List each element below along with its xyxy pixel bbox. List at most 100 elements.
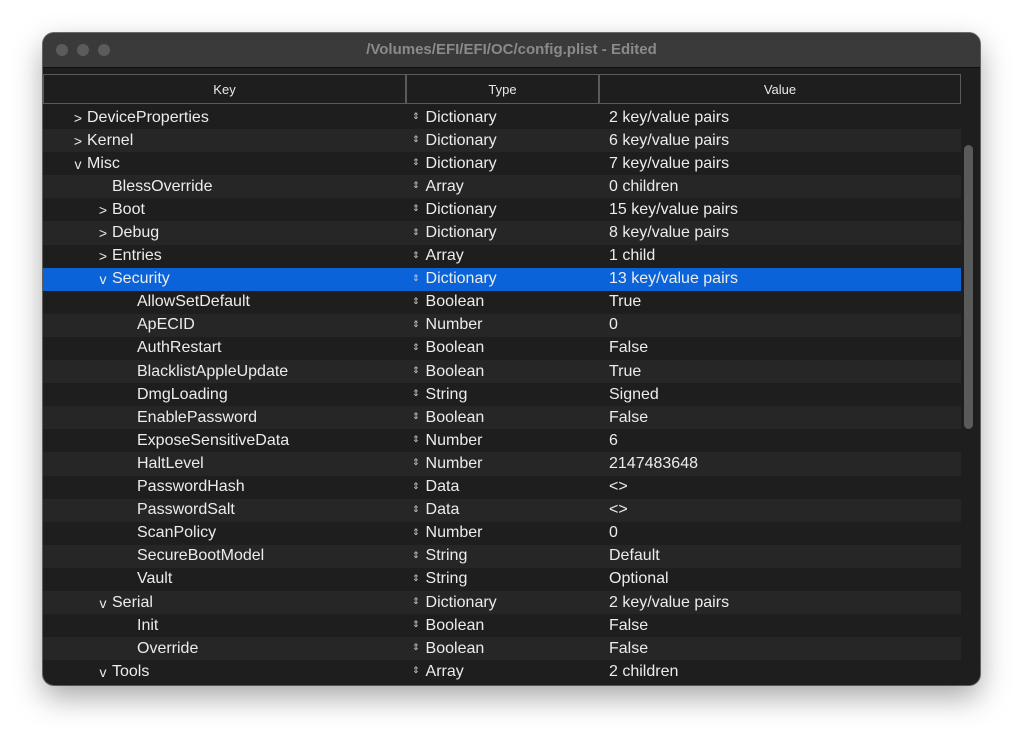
key-cell[interactable]: v Misc xyxy=(43,152,406,175)
key-cell[interactable]: ScanPolicy xyxy=(43,522,406,545)
value-cell[interactable]: <> xyxy=(602,478,628,496)
disclosure-expanded-icon[interactable]: v xyxy=(96,271,110,287)
type-popup[interactable]: ⇕ Boolean xyxy=(406,640,602,658)
key-cell[interactable]: AuthRestart xyxy=(43,337,406,360)
outline-row[interactable]: v Security ⇕ Dictionary 13 key/value pairs xyxy=(43,267,961,291)
outline-row[interactable]: v Tools ⇕ Array 2 children xyxy=(43,660,961,683)
key-cell[interactable]: BlessOverride xyxy=(43,175,406,198)
type-popup[interactable]: ⇕ Boolean xyxy=(406,339,602,357)
key-cell[interactable]: > Kernel xyxy=(43,129,406,152)
value-cell[interactable]: False xyxy=(602,409,648,427)
type-popup[interactable]: ⇕ Dictionary xyxy=(406,594,602,612)
type-popup[interactable]: ⇕ Number xyxy=(406,316,602,334)
column-header-value[interactable]: Value xyxy=(599,74,961,104)
type-popup[interactable]: ⇕ Boolean xyxy=(406,363,602,381)
key-cell[interactable]: > DeviceProperties xyxy=(43,106,406,129)
outline-row[interactable]: ScanPolicy ⇕ Number 0 xyxy=(43,522,961,545)
disclosure-collapsed-icon[interactable]: > xyxy=(71,133,85,149)
outline-row[interactable]: BlacklistAppleUpdate ⇕ Boolean True xyxy=(43,360,961,384)
outline-row[interactable]: > Boot ⇕ Dictionary 15 key/value pairs xyxy=(43,198,961,221)
key-cell[interactable]: ExposeSensitiveData xyxy=(43,429,406,452)
value-cell[interactable]: 15 key/value pairs xyxy=(602,201,738,219)
value-cell[interactable]: 6 xyxy=(602,432,618,450)
value-cell[interactable]: 7 key/value pairs xyxy=(602,155,729,173)
outline-row[interactable]: PasswordSalt ⇕ Data <> xyxy=(43,498,961,522)
type-popup[interactable]: ⇕ Number xyxy=(406,524,602,542)
type-popup[interactable]: ⇕ Dictionary xyxy=(406,224,602,242)
value-cell[interactable]: 13 key/value pairs xyxy=(602,270,738,288)
type-popup[interactable]: ⇕ Number xyxy=(406,432,602,450)
key-cell[interactable]: v Serial xyxy=(43,591,406,614)
key-cell[interactable]: PasswordSalt xyxy=(43,499,406,522)
type-popup[interactable]: ⇕ String xyxy=(406,570,602,588)
value-cell[interactable]: Default xyxy=(602,547,660,565)
type-popup[interactable]: ⇕ Dictionary xyxy=(406,270,602,288)
value-cell[interactable]: 2 children xyxy=(602,663,678,681)
outline-row[interactable]: AllowSetDefault ⇕ Boolean True xyxy=(43,291,961,314)
column-header-type[interactable]: Type xyxy=(406,74,599,104)
value-cell[interactable]: 6 key/value pairs xyxy=(602,132,729,150)
value-cell[interactable]: Signed xyxy=(602,386,659,404)
key-cell[interactable]: BlacklistAppleUpdate xyxy=(43,360,406,383)
key-cell[interactable]: Override xyxy=(43,637,406,660)
value-cell[interactable]: 8 key/value pairs xyxy=(602,224,729,242)
type-popup[interactable]: ⇕ Dictionary xyxy=(406,109,602,127)
outline-row[interactable]: DmgLoading ⇕ String Signed xyxy=(43,383,961,406)
disclosure-collapsed-icon[interactable]: > xyxy=(96,225,110,241)
value-cell[interactable]: 2147483648 xyxy=(602,455,698,473)
key-cell[interactable]: Vault xyxy=(43,568,406,591)
value-cell[interactable]: False xyxy=(602,640,648,658)
key-cell[interactable]: EnablePassword xyxy=(43,406,406,429)
scrollbar-thumb[interactable] xyxy=(964,145,973,429)
disclosure-expanded-icon[interactable]: v xyxy=(96,595,110,611)
type-popup[interactable]: ⇕ String xyxy=(406,547,602,565)
type-popup[interactable]: ⇕ Array xyxy=(406,663,602,681)
type-popup[interactable]: ⇕ Array xyxy=(406,247,602,265)
outline-row[interactable]: > Entries ⇕ Array 1 child xyxy=(43,245,961,268)
value-cell[interactable]: True xyxy=(602,293,641,311)
outline-row[interactable]: v Misc ⇕ Dictionary 7 key/value pairs xyxy=(43,152,961,175)
key-cell[interactable]: > Boot xyxy=(43,198,406,221)
outline-row[interactable]: Vault ⇕ String Optional xyxy=(43,568,961,591)
outline-row[interactable]: PasswordHash ⇕ Data <> xyxy=(43,476,961,499)
type-popup[interactable]: ⇕ Dictionary xyxy=(406,132,602,150)
key-cell[interactable]: AllowSetDefault xyxy=(43,291,406,314)
outline-row[interactable]: v Serial ⇕ Dictionary 2 key/value pairs xyxy=(43,590,961,615)
value-cell[interactable]: 0 children xyxy=(602,178,678,196)
value-cell[interactable]: False xyxy=(602,339,648,357)
disclosure-collapsed-icon[interactable]: > xyxy=(96,248,110,264)
type-popup[interactable]: ⇕ Number xyxy=(406,455,602,473)
outline-row[interactable]: Override ⇕ Boolean False xyxy=(43,637,961,661)
value-cell[interactable]: 1 child xyxy=(602,247,655,265)
value-cell[interactable]: 2 key/value pairs xyxy=(602,594,729,612)
key-cell[interactable]: v Security xyxy=(43,268,406,291)
key-cell[interactable]: HaltLevel xyxy=(43,452,406,475)
outline-row[interactable]: ExposeSensitiveData ⇕ Number 6 xyxy=(43,429,961,452)
key-cell[interactable]: ApECID xyxy=(43,314,406,337)
key-cell[interactable]: > Debug xyxy=(43,221,406,244)
column-header-key[interactable]: Key xyxy=(43,74,406,104)
key-cell[interactable]: > Entries xyxy=(43,245,406,268)
disclosure-expanded-icon[interactable]: v xyxy=(96,664,110,680)
outline-row[interactable]: ApECID ⇕ Number 0 xyxy=(43,313,961,337)
type-popup[interactable]: ⇕ Data xyxy=(406,501,602,519)
value-cell[interactable]: 0 xyxy=(602,316,618,334)
outline-row[interactable]: HaltLevel ⇕ Number 2147483648 xyxy=(43,452,961,476)
outline-row[interactable]: > Kernel ⇕ Dictionary 6 key/value pairs xyxy=(43,129,961,153)
outline-row[interactable]: BlessOverride ⇕ Array 0 children xyxy=(43,175,961,199)
key-cell[interactable]: Init xyxy=(43,614,406,637)
outline-row[interactable]: EnablePassword ⇕ Boolean False xyxy=(43,406,961,430)
type-popup[interactable]: ⇕ Dictionary xyxy=(406,155,602,173)
value-cell[interactable]: Optional xyxy=(602,570,669,588)
disclosure-collapsed-icon[interactable]: > xyxy=(71,110,85,126)
key-cell[interactable]: v Tools xyxy=(43,660,406,683)
value-cell[interactable]: 0 xyxy=(602,524,618,542)
key-cell[interactable]: DmgLoading xyxy=(43,383,406,406)
key-cell[interactable]: PasswordHash xyxy=(43,476,406,499)
type-popup[interactable]: ⇕ Array xyxy=(406,178,602,196)
type-popup[interactable]: ⇕ Boolean xyxy=(406,293,602,311)
outline-row[interactable]: > Debug ⇕ Dictionary 8 key/value pairs xyxy=(43,221,961,245)
outline-row[interactable]: SecureBootModel ⇕ String Default xyxy=(43,544,961,568)
outline-row[interactable]: AuthRestart ⇕ Boolean False xyxy=(43,337,961,360)
type-popup[interactable]: ⇕ Boolean xyxy=(406,617,602,635)
